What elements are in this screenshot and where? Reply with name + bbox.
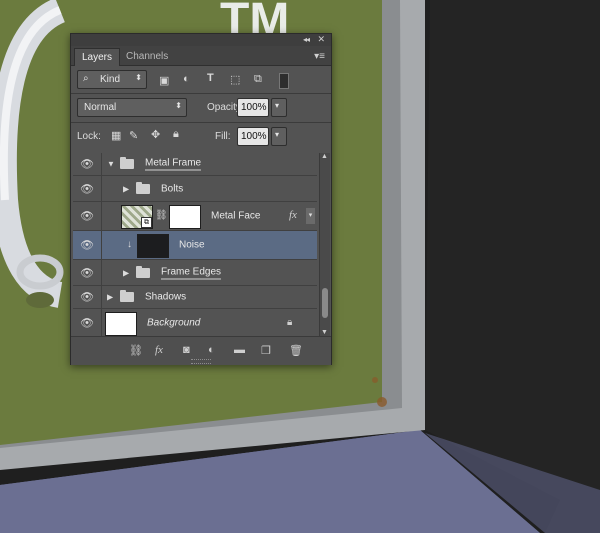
layer-mask-thumbnail[interactable] bbox=[169, 205, 201, 229]
layer-name[interactable]: Noise bbox=[179, 240, 205, 251]
visibility-toggle[interactable]: 👁︎ bbox=[73, 231, 102, 259]
layer-name[interactable]: Shadows bbox=[145, 292, 186, 303]
expand-triangle-icon[interactable]: ▶ bbox=[123, 184, 129, 193]
layers-scrollbar[interactable]: ▲ ▼ bbox=[319, 153, 330, 336]
layer-thumbnail[interactable] bbox=[105, 312, 137, 336]
visibility-toggle[interactable]: 👁︎ bbox=[73, 176, 102, 201]
clipping-arrow-icon: ↓ bbox=[127, 239, 132, 250]
scroll-up-icon[interactable]: ▲ bbox=[321, 153, 328, 160]
blend-row: Normal ⬍ Opacity: 100% ▾ bbox=[71, 94, 331, 122]
lock-all-icon[interactable]: 🔒︎ bbox=[173, 128, 179, 141]
chevron-updown-icon: ⬍ bbox=[135, 73, 142, 82]
trash-icon[interactable]: 🗑︎ bbox=[289, 344, 303, 357]
lock-position-icon[interactable]: ✥ bbox=[151, 128, 160, 141]
fx-icon[interactable]: fx bbox=[155, 344, 163, 356]
panel-tabs: Layers Channels ▾≡ bbox=[71, 46, 331, 66]
visibility-toggle[interactable]: 👁︎ bbox=[73, 286, 102, 308]
visibility-toggle[interactable]: 👁︎ bbox=[73, 309, 102, 336]
blend-mode-value: Normal bbox=[84, 102, 117, 113]
expand-triangle-icon[interactable]: ▶ bbox=[107, 293, 113, 302]
collapse-triangle-icon[interactable]: ▼ bbox=[107, 160, 115, 169]
panel-titlebar[interactable]: ◂◂ ✕ bbox=[71, 34, 331, 46]
eye-icon: 👁︎ bbox=[80, 183, 94, 195]
collapse-panel-icon[interactable]: ◂◂ bbox=[303, 35, 310, 44]
chevron-updown-icon: ⬍ bbox=[175, 101, 182, 110]
chevron-down-icon: ▾ bbox=[275, 130, 280, 139]
layers-list: 👁︎ ▼ Metal Frame 👁︎ ▶ Bolts 👁︎ ⧉ ⛓︎ Meta… bbox=[73, 153, 317, 336]
layer-row-metal-frame[interactable]: 👁︎ ▼ Metal Frame bbox=[73, 153, 317, 176]
opacity-input[interactable]: 100% bbox=[237, 98, 269, 117]
layer-thumbnail[interactable] bbox=[137, 234, 169, 258]
expand-triangle-icon[interactable]: ▶ bbox=[123, 268, 129, 277]
smart-object-filter-icon[interactable]: ⧉ bbox=[254, 73, 262, 86]
lock-row: Lock: ▦ ✎ ✥ 🔒︎ Fill: 100% ▾ bbox=[71, 123, 331, 151]
panel-menu-icon[interactable]: ▾≡ bbox=[314, 51, 325, 62]
folder-icon bbox=[120, 290, 134, 302]
filter-kind-select[interactable]: ⌕ Kind ⬍ bbox=[77, 70, 147, 89]
layer-row-shadows[interactable]: 👁︎ ▶ Shadows bbox=[73, 286, 317, 309]
fill-value: 100% bbox=[241, 131, 267, 142]
filter-row: ⌕ Kind ⬍ ▣ ◐ T ⬚ ⧉ bbox=[71, 67, 331, 93]
visibility-toggle[interactable]: 👁︎ bbox=[73, 202, 102, 230]
panel-footer: ⛓︎ fx ◙ ◐ ▬ ❐ 🗑︎ bbox=[71, 336, 331, 365]
eye-icon: 👁︎ bbox=[80, 291, 94, 304]
lock-transparency-icon[interactable]: ▦ bbox=[111, 129, 121, 142]
fill-label: Fill: bbox=[215, 131, 231, 142]
eye-icon: 👁︎ bbox=[80, 317, 94, 330]
expand-effects-icon[interactable]: ▾ bbox=[306, 208, 315, 224]
layer-row-noise[interactable]: 👁︎ ↓ Noise bbox=[73, 231, 317, 260]
layer-name[interactable]: Background bbox=[147, 318, 200, 329]
chevron-down-icon: ▾ bbox=[275, 101, 280, 110]
link-icon[interactable]: ⛓︎ bbox=[129, 344, 143, 357]
fill-input[interactable]: 100% bbox=[237, 127, 269, 146]
new-layer-icon[interactable]: ❐ bbox=[261, 344, 271, 357]
tab-channels[interactable]: Channels bbox=[119, 48, 175, 65]
scroll-down-icon[interactable]: ▼ bbox=[321, 329, 328, 336]
layer-name[interactable]: Metal Frame bbox=[145, 158, 202, 171]
lock-icon: 🔒︎ bbox=[287, 317, 293, 328]
tab-layers[interactable]: Layers bbox=[74, 48, 121, 66]
chain-link-icon[interactable]: ⛓︎ bbox=[155, 210, 168, 221]
eye-icon: 👁︎ bbox=[80, 239, 94, 252]
layer-name[interactable]: Metal Face bbox=[211, 211, 260, 222]
filter-kind-label: Kind bbox=[100, 74, 121, 85]
folder-icon[interactable]: ▬ bbox=[234, 344, 245, 356]
layer-row-background[interactable]: 👁︎ Background 🔒︎ bbox=[73, 309, 317, 336]
smart-object-badge-icon: ⧉ bbox=[141, 217, 152, 228]
visibility-toggle[interactable]: 👁︎ bbox=[73, 153, 102, 175]
type-filter-icon[interactable]: T bbox=[207, 72, 214, 84]
layer-thumbnail[interactable]: ⧉ bbox=[121, 205, 153, 229]
resize-grip-icon[interactable] bbox=[191, 359, 211, 364]
layer-row-frame-edges[interactable]: 👁︎ ▶ Frame Edges bbox=[73, 260, 317, 286]
pixel-filter-icon[interactable]: ▣ bbox=[159, 74, 169, 87]
close-panel-icon[interactable]: ✕ bbox=[317, 34, 325, 45]
opacity-dropdown-button[interactable]: ▾ bbox=[271, 98, 287, 117]
scrollbar-thumb[interactable] bbox=[322, 288, 328, 318]
lock-label: Lock: bbox=[77, 131, 101, 142]
eye-icon: 👁︎ bbox=[80, 267, 94, 279]
visibility-toggle[interactable]: 👁︎ bbox=[73, 260, 102, 285]
eye-icon: 👁︎ bbox=[80, 158, 94, 171]
layer-name[interactable]: Frame Edges bbox=[161, 266, 222, 279]
opacity-value: 100% bbox=[241, 102, 267, 113]
mask-icon[interactable]: ◙ bbox=[183, 344, 190, 356]
search-icon: ⌕ bbox=[83, 73, 89, 84]
adjustment-icon[interactable]: ◐ bbox=[208, 344, 215, 356]
layer-row-metal-face[interactable]: 👁︎ ⧉ ⛓︎ Metal Face fx ▾ bbox=[73, 202, 317, 231]
lock-pixels-brush-icon[interactable]: ✎ bbox=[129, 129, 138, 142]
folder-icon bbox=[136, 265, 150, 278]
adjustment-filter-icon[interactable]: ◐ bbox=[183, 73, 190, 85]
layer-name[interactable]: Bolts bbox=[161, 183, 183, 194]
folder-icon bbox=[120, 157, 134, 169]
folder-icon bbox=[136, 181, 150, 194]
filter-toggle-switch[interactable] bbox=[279, 73, 289, 89]
blend-mode-select[interactable]: Normal ⬍ bbox=[77, 98, 187, 117]
layer-row-bolts[interactable]: 👁︎ ▶ Bolts bbox=[73, 176, 317, 202]
fx-icon[interactable]: fx bbox=[289, 209, 297, 221]
fill-dropdown-button[interactable]: ▾ bbox=[271, 127, 287, 146]
layers-panel: ◂◂ ✕ Layers Channels ▾≡ ⌕ Kind ⬍ ▣ ◐ T ⬚… bbox=[70, 33, 332, 365]
eye-icon: 👁︎ bbox=[80, 210, 94, 223]
shape-filter-icon[interactable]: ⬚ bbox=[230, 73, 240, 86]
